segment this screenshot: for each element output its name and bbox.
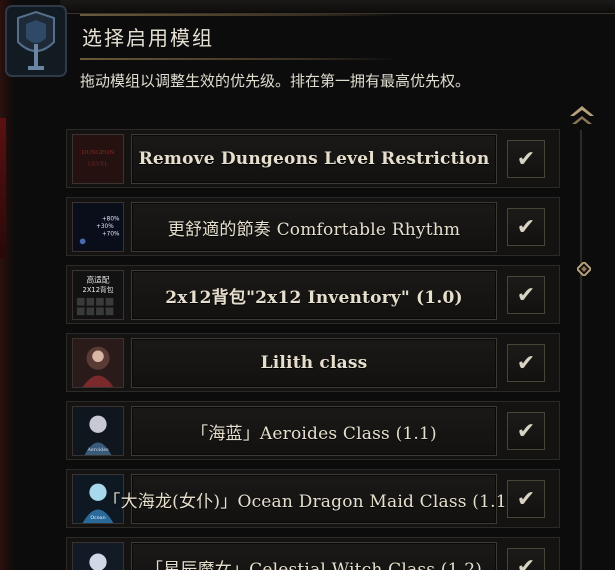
mod-list[interactable]: DUNGEON LEVEL Remove Dungeons Level Restr… bbox=[66, 129, 560, 570]
mod-name: 「星辰魔女」Celestial Witch Class (1.2) bbox=[145, 559, 483, 570]
mod-row[interactable]: 高适配 2X12背包 2x12背包"2x12 Inventory" (1.0) ✔ bbox=[66, 265, 560, 324]
svg-text:2X12背包: 2X12背包 bbox=[83, 285, 114, 294]
svg-text:Ocean: Ocean bbox=[90, 515, 105, 521]
enable-checkbox[interactable]: ✔ bbox=[507, 140, 545, 178]
svg-text:LEVEL: LEVEL bbox=[88, 162, 108, 168]
svg-text:高适配: 高适配 bbox=[86, 275, 109, 285]
emblem-icon bbox=[4, 4, 68, 78]
title-divider-top bbox=[80, 14, 400, 16]
scrollbar[interactable] bbox=[574, 122, 588, 570]
inventory-thumb-icon: 高适配 2X12背包 bbox=[72, 270, 124, 320]
svg-text:DUNGEON: DUNGEON bbox=[81, 150, 114, 156]
mod-row[interactable]: Lilith class ✔ bbox=[66, 333, 560, 392]
mod-name-box[interactable]: 「海蓝」Aeroides Class (1.1) bbox=[131, 406, 497, 456]
mod-name-box[interactable]: 更舒適的節奏 Comfortable Rhythm bbox=[131, 202, 497, 252]
mod-row[interactable]: Ocean 「大海龙(女仆)」Ocean Dragon Maid Class (… bbox=[66, 469, 560, 528]
lilith-thumb-icon bbox=[72, 338, 124, 388]
page-title: 选择启用模组 bbox=[82, 26, 214, 50]
enable-checkbox[interactable]: ✔ bbox=[507, 412, 545, 450]
mod-name-box[interactable]: 「大海龙(女仆)」Ocean Dragon Maid Class (1.14) bbox=[103, 474, 524, 524]
mod-name: 「海蓝」Aeroides Class (1.1) bbox=[191, 423, 437, 444]
top-bar bbox=[60, 0, 615, 14]
svg-text:+80%: +80% bbox=[102, 216, 120, 222]
mod-name: 「大海龙(女仆)」Ocean Dragon Maid Class (1.14) bbox=[103, 491, 525, 512]
mod-name-box[interactable]: 「星辰魔女」Celestial Witch Class (1.2) bbox=[131, 542, 497, 570]
title-divider-bottom bbox=[80, 58, 400, 60]
mod-name-box[interactable]: 2x12背包"2x12 Inventory" (1.0) bbox=[131, 270, 497, 320]
mod-row[interactable]: DUNGEON LEVEL Remove Dungeons Level Restr… bbox=[66, 129, 560, 188]
mod-name: 2x12背包"2x12 Inventory" (1.0) bbox=[165, 287, 463, 308]
rhythm-thumb-icon: +80% +30% +70% bbox=[72, 202, 124, 252]
mod-name-box[interactable]: Remove Dungeons Level Restriction bbox=[131, 134, 497, 184]
svg-text:+70%: +70% bbox=[102, 232, 120, 238]
frame-accent bbox=[0, 118, 6, 258]
mod-name: Remove Dungeons Level Restriction bbox=[138, 149, 490, 169]
celestial-thumb-icon bbox=[72, 542, 124, 570]
enable-checkbox[interactable]: ✔ bbox=[507, 208, 545, 246]
enable-checkbox[interactable]: ✔ bbox=[507, 276, 545, 314]
dungeon-thumb-icon: DUNGEON LEVEL bbox=[72, 134, 124, 184]
enable-checkbox[interactable]: ✔ bbox=[507, 548, 545, 570]
mod-name: 更舒適的節奏 Comfortable Rhythm bbox=[167, 219, 461, 240]
mod-name-box[interactable]: Lilith class bbox=[131, 338, 497, 388]
aeroides-thumb-icon: Aeroides bbox=[72, 406, 124, 456]
mod-name: Lilith class bbox=[260, 353, 368, 373]
enable-checkbox[interactable]: ✔ bbox=[507, 480, 545, 518]
mod-row[interactable]: Aeroides 「海蓝」Aeroides Class (1.1) ✔ bbox=[66, 401, 560, 460]
svg-text:+30%: +30% bbox=[96, 224, 114, 230]
title-area: 选择启用模组 bbox=[60, 14, 400, 62]
scrollbar-track bbox=[580, 130, 582, 570]
left-frame bbox=[0, 0, 14, 570]
enable-checkbox[interactable]: ✔ bbox=[507, 344, 545, 382]
description-text: 拖动模组以调整生效的优先级。排在第一拥有最高优先权。 bbox=[80, 72, 471, 90]
mod-row[interactable]: 「星辰魔女」Celestial Witch Class (1.2) ✔ bbox=[66, 537, 560, 570]
mod-row[interactable]: +80% +30% +70% 更舒適的節奏 Comfortable Rhythm ✔ bbox=[66, 197, 560, 256]
scroll-thumb-icon[interactable] bbox=[575, 260, 593, 278]
svg-text:Aeroides: Aeroides bbox=[86, 447, 109, 453]
